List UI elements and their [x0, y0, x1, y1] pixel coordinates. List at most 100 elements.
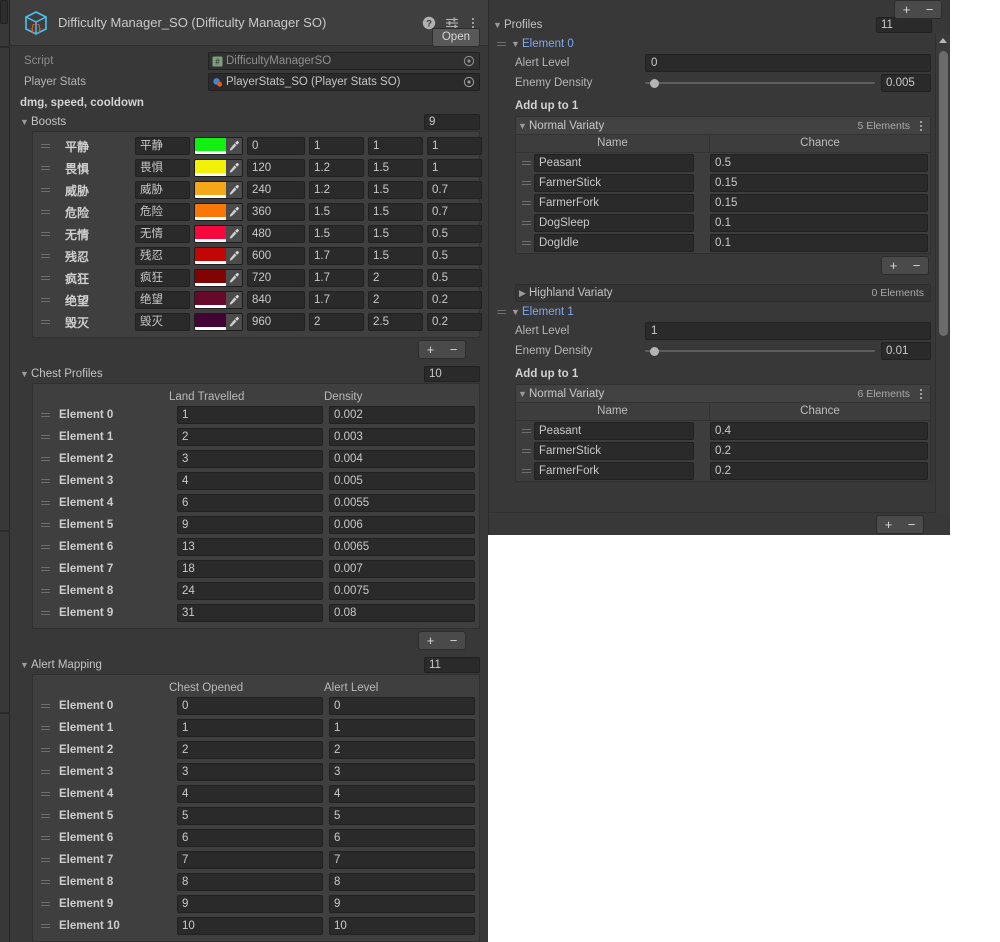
normal-variety-add-button[interactable]: + [882, 257, 905, 274]
script-field[interactable]: # DifficultyManagerSO [208, 52, 480, 70]
drag-handle[interactable] [493, 41, 509, 46]
dock-handle[interactable] [0, 0, 8, 24]
density-input[interactable]: 0.08 [329, 604, 475, 622]
color-swatch[interactable] [195, 226, 226, 242]
color-swatch[interactable] [195, 138, 226, 154]
alert-level-input[interactable]: 6 [329, 829, 475, 847]
eyedropper-icon[interactable] [225, 226, 242, 242]
variety-name-input[interactable]: DogSleep [534, 214, 694, 232]
eyedropper-icon[interactable] [225, 138, 242, 154]
chest-opened-input[interactable]: 6 [177, 829, 323, 847]
highland-variety-foldout-icon[interactable]: ▶ [516, 288, 529, 299]
boost-threshold-input[interactable]: 720 [247, 269, 305, 287]
normal-variety-remove-button[interactable]: − [905, 257, 928, 274]
drag-handle[interactable] [37, 924, 53, 928]
boost-color-field[interactable] [194, 269, 243, 287]
land-travelled-input[interactable]: 13 [177, 538, 323, 556]
enemy-density-slider[interactable] [645, 76, 875, 90]
variety-chance-input[interactable]: 0.15 [710, 194, 928, 212]
normal-variety-foldout-icon[interactable]: ▼ [516, 121, 529, 131]
density-input[interactable]: 0.002 [329, 406, 475, 424]
color-swatch[interactable] [195, 314, 226, 330]
boost-damage-input[interactable]: 1.7 [309, 291, 364, 309]
land-travelled-input[interactable]: 31 [177, 604, 323, 622]
eyedropper-icon[interactable] [225, 292, 242, 308]
boost-speed-input[interactable]: 1.5 [368, 203, 423, 221]
chest-profiles-foldout-icon[interactable]: ▼ [18, 369, 31, 379]
boost-speed-input[interactable]: 2 [368, 269, 423, 287]
color-swatch[interactable] [195, 204, 226, 220]
drag-handle[interactable] [518, 221, 534, 225]
normal-variety-foldout-icon[interactable]: ▼ [516, 389, 529, 399]
drag-handle[interactable] [37, 457, 53, 461]
boost-cooldown-input[interactable]: 0.2 [427, 291, 482, 309]
profiles-add-button[interactable]: + [877, 516, 900, 533]
enemy-density-slider[interactable] [645, 344, 875, 358]
boost-name-input[interactable]: 平静 [135, 137, 190, 155]
density-input[interactable]: 0.006 [329, 516, 475, 534]
density-input[interactable]: 0.0075 [329, 582, 475, 600]
boost-cooldown-input[interactable]: 1 [427, 159, 482, 177]
eyedropper-icon[interactable] [225, 160, 242, 176]
drag-handle[interactable] [37, 501, 53, 505]
drag-handle[interactable] [37, 276, 53, 280]
profile-element-header[interactable]: ▼ Element 0 [493, 34, 935, 53]
chest-profiles-remove-button[interactable]: − [442, 632, 465, 649]
boosts-size-input[interactable]: 9 [424, 113, 480, 130]
land-travelled-input[interactable]: 6 [177, 494, 323, 512]
alert-level-input[interactable]: 8 [329, 873, 475, 891]
variety-name-input[interactable]: FarmerFork [534, 462, 694, 480]
alert-level-input[interactable]: 0 [645, 54, 931, 72]
boost-speed-input[interactable]: 1.5 [368, 247, 423, 265]
chest-opened-input[interactable]: 0 [177, 697, 323, 715]
alert-level-input[interactable]: 5 [329, 807, 475, 825]
variety-name-input[interactable]: DogIdle [534, 234, 694, 252]
boost-threshold-input[interactable]: 960 [247, 313, 305, 331]
boost-cooldown-input[interactable]: 0.5 [427, 225, 482, 243]
color-swatch[interactable] [195, 292, 226, 308]
land-travelled-input[interactable]: 3 [177, 450, 323, 468]
density-input[interactable]: 0.003 [329, 428, 475, 446]
eyedropper-icon[interactable] [225, 314, 242, 330]
drag-handle[interactable] [37, 435, 53, 439]
profile-element-header[interactable]: ▼ Element 1 [493, 302, 935, 321]
boost-cooldown-input[interactable]: 0.7 [427, 203, 482, 221]
boost-cooldown-input[interactable]: 0.7 [427, 181, 482, 199]
boost-cooldown-input[interactable]: 1 [427, 137, 482, 155]
drag-handle[interactable] [37, 210, 53, 214]
drag-handle[interactable] [37, 814, 53, 818]
boost-speed-input[interactable]: 2.5 [368, 313, 423, 331]
variety-chance-input[interactable]: 0.1 [710, 234, 928, 252]
alert-level-input[interactable]: 7 [329, 851, 475, 869]
drag-handle[interactable] [37, 254, 53, 258]
variety-name-input[interactable]: Peasant [534, 154, 694, 172]
land-travelled-input[interactable]: 4 [177, 472, 323, 490]
boost-threshold-input[interactable]: 360 [247, 203, 305, 221]
drag-handle[interactable] [518, 201, 534, 205]
boost-color-field[interactable] [194, 291, 243, 309]
enemy-density-value-input[interactable]: 0.01 [881, 342, 931, 360]
player-stats-field[interactable]: PlayerStats_SO (Player Stats SO) [208, 73, 480, 91]
drag-handle[interactable] [37, 770, 53, 774]
chest-opened-input[interactable]: 7 [177, 851, 323, 869]
profiles-scrollbar[interactable] [935, 34, 950, 532]
density-input[interactable]: 0.004 [329, 450, 475, 468]
boost-color-field[interactable] [194, 181, 243, 199]
boost-speed-input[interactable]: 1 [368, 137, 423, 155]
drag-handle[interactable] [37, 902, 53, 906]
drag-handle[interactable] [518, 469, 534, 473]
variety-chance-input[interactable]: 0.15 [710, 174, 928, 192]
chest-opened-input[interactable]: 3 [177, 763, 323, 781]
boost-name-input[interactable]: 毁灭 [135, 313, 190, 331]
highland-variety-row[interactable]: ▶ Highland Variaty 0 Elements [515, 284, 931, 302]
chest-opened-input[interactable]: 10 [177, 917, 323, 935]
drag-handle[interactable] [37, 567, 53, 571]
boost-damage-input[interactable]: 1.2 [309, 159, 364, 177]
drag-handle[interactable] [37, 704, 53, 708]
drag-handle[interactable] [518, 161, 534, 165]
eyedropper-icon[interactable] [225, 270, 242, 286]
boost-color-field[interactable] [194, 137, 243, 155]
density-input[interactable]: 0.007 [329, 560, 475, 578]
profiles-size-input[interactable]: 11 [876, 17, 932, 33]
boost-color-field[interactable] [194, 159, 243, 177]
